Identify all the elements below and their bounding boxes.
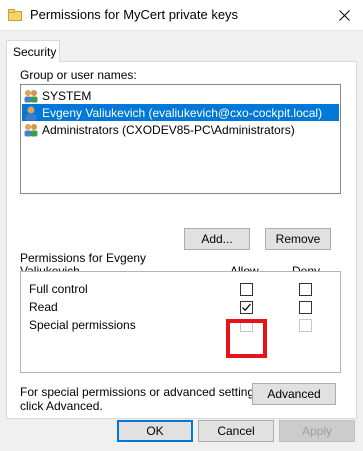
dialog-body: Security Group or user names: SYSTEM Evg… <box>0 31 363 451</box>
full-control-allow-checkbox[interactable] <box>240 283 253 296</box>
user-icon <box>25 106 37 120</box>
full-control-deny-checkbox[interactable] <box>299 283 312 296</box>
permission-label: Full control <box>29 282 88 296</box>
add-button[interactable]: Add... <box>184 228 250 250</box>
user-name: Evgeny Valiukevich (evaliukevich@cxo-coc… <box>42 105 323 120</box>
user-name: SYSTEM <box>42 88 92 103</box>
permission-row-special: Special permissions <box>21 317 340 334</box>
highlight-box <box>226 319 267 358</box>
window-title: Permissions for MyCert private keys <box>30 7 239 22</box>
checkmark-icon <box>242 303 251 312</box>
close-button[interactable] <box>325 0 363 31</box>
user-row-system[interactable]: SYSTEM <box>22 87 339 104</box>
user-list[interactable]: SYSTEM Evgeny Valiukevich (evaliukevich@… <box>20 84 341 194</box>
users-group-icon <box>24 89 38 102</box>
cancel-button[interactable]: Cancel <box>198 420 274 442</box>
user-row-administrators[interactable]: Administrators (CXODEV85-PC\Administrato… <box>22 121 339 138</box>
title-bar: Permissions for MyCert private keys <box>0 0 363 31</box>
read-allow-checkbox[interactable] <box>240 301 253 314</box>
remove-button[interactable]: Remove <box>265 228 331 250</box>
security-panel: Group or user names: SYSTEM Evgeny Valiu… <box>6 61 357 419</box>
permissions-for-label-line1: Permissions for Evgeny <box>20 251 147 265</box>
users-group-icon <box>24 123 38 136</box>
close-icon <box>338 10 350 21</box>
user-name: Administrators (CXODEV85-PC\Administrato… <box>42 122 295 137</box>
permission-label: Special permissions <box>29 318 136 332</box>
advanced-info-line1: For special permissions or advanced sett… <box>20 385 264 399</box>
advanced-button[interactable]: Advanced <box>252 383 336 405</box>
special-deny-checkbox[interactable] <box>299 319 312 332</box>
advanced-info-line2: click Advanced. <box>20 399 103 413</box>
permissions-list: Full control Read Special permissions <box>20 271 341 373</box>
key-folder-icon <box>8 9 22 21</box>
permission-label: Read <box>29 300 58 314</box>
ok-button[interactable]: OK <box>117 420 193 442</box>
read-deny-checkbox[interactable] <box>299 301 312 314</box>
tab-security[interactable]: Security <box>6 40 60 62</box>
permission-row-read: Read <box>21 299 340 316</box>
permission-row-full-control: Full control <box>21 281 340 298</box>
group-label: Group or user names: <box>20 68 137 82</box>
apply-button[interactable]: Apply <box>279 420 355 442</box>
user-row-evgeny[interactable]: Evgeny Valiukevich (evaliukevich@cxo-coc… <box>22 104 339 121</box>
